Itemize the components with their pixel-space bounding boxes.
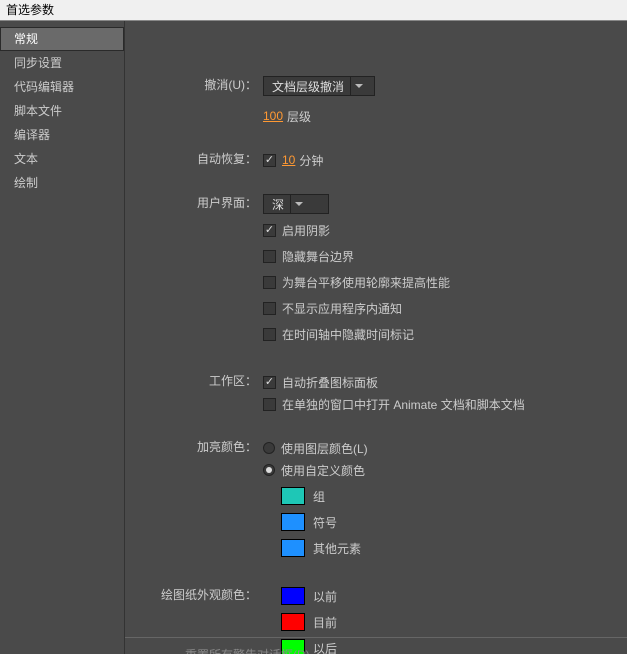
sidebar-item-general[interactable]: 常规	[0, 27, 124, 51]
chevron-down-icon	[350, 77, 367, 95]
row-ui: 用户界面： 深 启用阴影 隐藏舞台边界 为舞台平移使用轮廓来提高性能	[137, 193, 615, 349]
onion-swatch-before[interactable]	[281, 587, 305, 605]
sidebar-item-script-file[interactable]: 脚本文件	[0, 99, 124, 123]
sidebar-item-code-editor[interactable]: 代码编辑器	[0, 75, 124, 99]
ui-opt-label: 在时间轴中隐藏时间标记	[282, 326, 414, 343]
ui-theme-value: 深	[272, 196, 284, 213]
hl-radio-layer-color[interactable]	[263, 442, 275, 454]
undo-mode-value: 文档层级撤消	[272, 78, 344, 95]
label-highlight: 加亮颜色：	[137, 437, 263, 457]
sidebar-item-label: 常规	[14, 32, 38, 46]
chevron-down-icon	[290, 195, 307, 213]
label-undo: 撤消(U)：	[137, 75, 263, 95]
ui-opt-label: 启用阴影	[282, 222, 330, 239]
row-highlight: 加亮颜色： 使用图层颜色(L) 使用自定义颜色 组 符号 其他元素	[137, 437, 615, 563]
ui-opt-hide-stage-border-checkbox[interactable]	[263, 250, 276, 263]
ui-opt-hide-time-markers-checkbox[interactable]	[263, 328, 276, 341]
general-form: 撤消(U)： 文档层级撤消 100 层级	[137, 75, 615, 654]
hl-radio-label: 使用图层颜色(L)	[281, 440, 368, 457]
sidebar-item-label: 文本	[14, 152, 38, 166]
undo-mode-select[interactable]: 文档层级撤消	[263, 76, 375, 96]
hl-swatch-label: 组	[313, 488, 325, 505]
hl-swatch-group[interactable]	[281, 487, 305, 505]
hl-radio-custom-color[interactable]	[263, 464, 275, 476]
ui-opt-label: 不显示应用程序内通知	[282, 300, 402, 317]
ws-opt-label: 在单独的窗口中打开 Animate 文档和脚本文档	[282, 396, 525, 413]
label-ui: 用户界面：	[137, 193, 263, 213]
ws-opt-separate-window-checkbox[interactable]	[263, 398, 276, 411]
sidebar-item-label: 绘制	[14, 176, 38, 190]
ui-opt-no-inapp-notify-checkbox[interactable]	[263, 302, 276, 315]
sidebar-item-label: 编译器	[14, 128, 50, 142]
ui-theme-select[interactable]: 深	[263, 194, 329, 214]
row-autorecover: 自动恢复： 10 分钟	[137, 149, 615, 171]
category-sidebar: 常规 同步设置 代码编辑器 脚本文件 编译器 文本 绘制	[0, 21, 125, 654]
window-title: 首选参数	[0, 0, 627, 21]
sidebar-item-drawing[interactable]: 绘制	[0, 171, 124, 195]
row-workspace: 工作区： 自动折叠图标面板 在单独的窗口中打开 Animate 文档和脚本文档	[137, 371, 615, 415]
autorecover-minutes-input[interactable]: 10	[282, 153, 295, 167]
onion-swatch-label: 以前	[313, 588, 337, 605]
sidebar-item-label: 代码编辑器	[14, 80, 74, 94]
autorecover-minutes-suffix: 分钟	[299, 152, 323, 169]
window-body: 常规 同步设置 代码编辑器 脚本文件 编译器 文本 绘制 撤消(U)： 文档层级…	[0, 21, 627, 654]
hl-radio-label: 使用自定义颜色	[281, 462, 365, 479]
sidebar-item-text[interactable]: 文本	[0, 147, 124, 171]
preferences-window: 首选参数 常规 同步设置 代码编辑器 脚本文件 编译器 文本 绘制 撤消(U)：	[0, 0, 627, 654]
sidebar-item-compiler[interactable]: 编译器	[0, 123, 124, 147]
onion-swatch-current[interactable]	[281, 613, 305, 631]
ui-opt-shadow-checkbox[interactable]	[263, 224, 276, 237]
label-autorecover: 自动恢复：	[137, 149, 263, 169]
row-undo: 撤消(U)： 文档层级撤消 100 层级	[137, 75, 615, 127]
autorecover-checkbox[interactable]	[263, 154, 276, 167]
ui-opt-pan-outline-checkbox[interactable]	[263, 276, 276, 289]
sidebar-item-sync[interactable]: 同步设置	[0, 51, 124, 75]
content-panel: 撤消(U)： 文档层级撤消 100 层级	[125, 21, 627, 654]
sidebar-item-label: 同步设置	[14, 56, 62, 70]
undo-levels-input[interactable]: 100	[263, 109, 283, 123]
hl-swatch-label: 其他元素	[313, 540, 361, 557]
sidebar-item-label: 脚本文件	[14, 104, 62, 118]
ws-opt-label: 自动折叠图标面板	[282, 374, 378, 391]
hl-swatch-label: 符号	[313, 514, 337, 531]
ui-opt-label: 隐藏舞台边界	[282, 248, 354, 265]
onion-swatch-label: 目前	[313, 614, 337, 631]
label-workspace: 工作区：	[137, 371, 263, 391]
ws-opt-autocollapse-checkbox[interactable]	[263, 376, 276, 389]
hl-swatch-other[interactable]	[281, 539, 305, 557]
reset-warnings-button[interactable]: 重置所有警告对话框(R)	[181, 644, 314, 654]
undo-levels-suffix: 层级	[287, 108, 311, 125]
reset-area: 重置所有警告对话框(R)	[125, 637, 627, 654]
hl-swatch-symbol[interactable]	[281, 513, 305, 531]
ui-opt-label: 为舞台平移使用轮廓来提高性能	[282, 274, 450, 291]
label-onion: 绘图纸外观颜色：	[137, 585, 263, 605]
